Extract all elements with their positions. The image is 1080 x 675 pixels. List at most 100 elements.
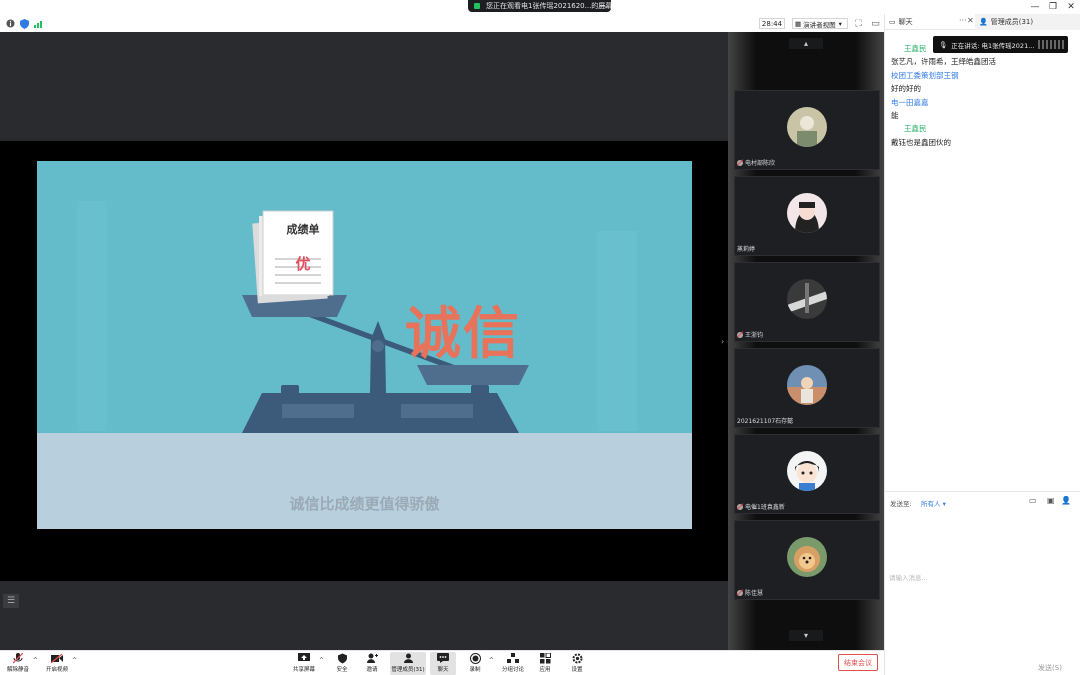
- share-options-caret[interactable]: ^: [319, 657, 324, 664]
- invite-button[interactable]: 邀请: [363, 652, 381, 675]
- participant-name: 2021621107石存懿: [737, 418, 794, 425]
- chat-header: ▭ 聊天 ··· ✕ 👤 管理成员(31): [885, 14, 1080, 30]
- report-card-grade: 优: [295, 255, 311, 273]
- end-meeting-button[interactable]: 结束会议: [838, 654, 878, 671]
- muted-mic-icon: [737, 589, 743, 596]
- chat-bubble-icon: ▭: [889, 18, 896, 26]
- share-banner-text: 您正在观看电1张传瑶2021620...的屏幕: [486, 2, 611, 10]
- share-screen-icon: [297, 652, 311, 664]
- start-video-button[interactable]: 开启视频: [44, 652, 70, 675]
- add-user-icon: [365, 652, 379, 664]
- record-icon: [468, 652, 482, 664]
- shield-icon[interactable]: [19, 18, 30, 29]
- muted-mic-icon: [11, 652, 25, 664]
- participant-tile[interactable]: 2021621107石存懿: [734, 348, 880, 428]
- muted-mic-icon: [737, 331, 743, 338]
- speaking-indicator: 🎙 正在讲话: 电1张传瑶2021...: [933, 36, 1068, 53]
- participant-tile[interactable]: 王浙钧: [734, 262, 880, 342]
- list-icon[interactable]: ☰: [3, 594, 19, 608]
- people-icon: [401, 652, 415, 664]
- unmute-button[interactable]: 解除静音: [6, 652, 30, 675]
- video-off-icon: [50, 652, 64, 664]
- avatar: [787, 537, 827, 577]
- gear-icon: [570, 652, 584, 664]
- view-mode-label: 演讲者视图: [803, 20, 836, 29]
- report-card-title: 成绩单: [286, 223, 320, 236]
- chat-input[interactable]: [889, 508, 1075, 648]
- chevron-down-icon: ▾: [803, 631, 808, 640]
- presentation-slide: 成绩单 优 诚信 诚信比成绩更值得骄傲: [37, 161, 692, 529]
- close-icon[interactable]: ✕: [967, 16, 974, 25]
- chat-bubble-icon: [436, 652, 450, 664]
- message-text: 好的好的: [891, 84, 921, 94]
- message-text: 戴钰也是鑫团伙的: [891, 137, 951, 147]
- send-button[interactable]: 发送(S): [1035, 662, 1065, 673]
- audio-options-caret[interactable]: ^: [33, 657, 38, 664]
- apps-button[interactable]: 应用: [537, 652, 553, 675]
- send-to-label: 发送至:: [890, 500, 912, 508]
- message-sender: 王鑫民: [904, 124, 927, 134]
- chat-panel: ▭ 聊天 ··· ✕ 👤 管理成员(31) 王鑫民 张艺凡，许雨希，王绎皓鑫团活…: [884, 14, 1080, 675]
- collapse-strip-icon[interactable]: ›: [721, 337, 724, 346]
- floating-window-icon[interactable]: ▭: [870, 18, 881, 29]
- manage-members-button[interactable]: 管理成员(31): [390, 652, 426, 675]
- avatar: [787, 107, 827, 147]
- fullscreen-icon[interactable]: ⛶: [853, 18, 864, 29]
- message-list: 王鑫民 张艺凡，许雨希，王绎皓鑫团活 校团工委策划部王钢 好的好的 电一田嘉嘉 …: [891, 42, 1077, 149]
- participant-tile[interactable]: 蒸莉婷: [734, 176, 880, 256]
- apps-icon: [538, 652, 552, 664]
- share-screen-button[interactable]: 共享屏幕: [291, 652, 317, 675]
- avatar: [787, 451, 827, 491]
- folder-icon[interactable]: ▭: [1029, 496, 1037, 505]
- chat-title: ▭ 聊天: [889, 18, 913, 26]
- info-icon[interactable]: [5, 18, 16, 29]
- signal-icon: [33, 18, 44, 29]
- audio-wave-icon: [1038, 40, 1065, 49]
- chat-composer: 发送至: 所有人 ▾ ▭ ▣ 👤 发送(S): [885, 491, 1080, 675]
- chevron-up-icon: ▴: [803, 39, 808, 48]
- scroll-down-button[interactable]: ▾: [789, 630, 823, 641]
- avatar: [787, 279, 827, 319]
- view-mode-select[interactable]: ▦ 演讲者视图 ▾: [792, 18, 848, 29]
- main-stage: 成绩单 优 诚信 诚信比成绩更值得骄傲 › ☰: [0, 32, 728, 650]
- message-sender-link[interactable]: 校团工委策划部王钢: [891, 69, 1077, 82]
- screenshot-icon[interactable]: ▣: [1047, 496, 1055, 505]
- maximize-button[interactable]: ❐: [1044, 0, 1062, 14]
- banner-menu-icon[interactable]: ▭: [598, 2, 606, 11]
- close-window-button[interactable]: ✕: [1062, 0, 1080, 14]
- breakout-rooms-icon: [506, 652, 520, 664]
- tab-manage-members[interactable]: 👤 管理成员(31): [975, 14, 1080, 30]
- shared-screen: 成绩单 优 诚信 诚信比成绩更值得骄傲: [0, 141, 728, 581]
- avatar: [787, 365, 827, 405]
- more-icon[interactable]: ···: [959, 16, 967, 25]
- muted-mic-icon: [737, 503, 743, 510]
- avatar: [787, 193, 827, 233]
- people-icon: 👤: [979, 18, 988, 26]
- participant-tile[interactable]: 电村部陈欣: [734, 90, 880, 170]
- record-options-caret[interactable]: ^: [489, 657, 494, 664]
- bottom-toolbar: 解除静音 ^ 开启视频 ^ 共享屏幕 ^ 安全 邀请 管理成员(31) 聊天 录…: [0, 650, 884, 675]
- window-controls: — ❐ ✕: [1026, 0, 1080, 14]
- video-options-caret[interactable]: ^: [72, 657, 77, 664]
- chat-button[interactable]: 聊天: [430, 652, 456, 675]
- breakout-button[interactable]: 分组讨论: [500, 652, 526, 675]
- participant-strip: ▴ 电村部陈欣 蒸莉婷 王浙钧 2021621107石存懿 电催1班袁鑫新 陈佳…: [728, 32, 884, 650]
- participant-name: 陈佳慧: [737, 588, 763, 597]
- security-button[interactable]: 安全: [333, 652, 351, 675]
- recipient-select[interactable]: 所有人 ▾: [921, 498, 946, 508]
- participant-name: 王浙钧: [737, 330, 763, 339]
- message-sender-link[interactable]: 电一田嘉嘉: [891, 96, 1077, 109]
- shield-icon: [335, 652, 349, 664]
- participant-name: 电村部陈欣: [737, 158, 775, 167]
- participant-tile[interactable]: 陈佳慧: [734, 520, 880, 600]
- settings-button[interactable]: 设置: [569, 652, 585, 675]
- record-button[interactable]: 录制: [467, 652, 483, 675]
- minimize-button[interactable]: —: [1026, 0, 1044, 14]
- sharing-indicator-icon: [474, 3, 480, 9]
- share-banner: 您正在观看电1张传瑶2021620...的屏幕 ▭: [468, 0, 611, 12]
- participant-tile[interactable]: 电催1班袁鑫新: [734, 434, 880, 514]
- participant-name: 蒸莉婷: [737, 246, 756, 253]
- scroll-up-button[interactable]: ▴: [789, 38, 823, 49]
- user-options-icon[interactable]: 👤: [1061, 496, 1071, 505]
- participant-name: 电催1班袁鑫新: [737, 502, 785, 511]
